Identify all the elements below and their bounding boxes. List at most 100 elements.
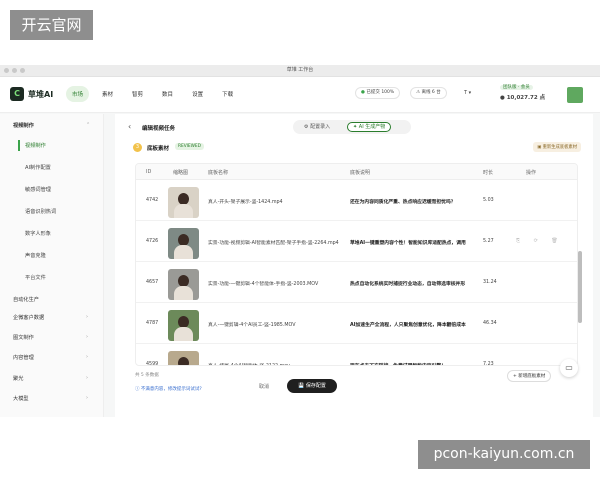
- retry-hint-link[interactable]: ⓘ 不满意内容，修改提示词试试?: [135, 386, 202, 392]
- row-duration: 46.34: [483, 321, 497, 326]
- column-header-duration: 时长: [483, 170, 494, 176]
- person-body-icon: [174, 286, 193, 300]
- sidebar-item-sensitive-words[interactable]: 敏感词管理: [25, 186, 51, 193]
- row-id: 4599: [146, 362, 159, 366]
- sidebar-item-ai-config[interactable]: AI制作配置: [25, 164, 51, 171]
- step-segmented-control: ⚙ 配置录入 ✦ AI 生成产物: [293, 120, 411, 134]
- row-id: 4657: [146, 280, 159, 285]
- section-header: 3 底板素材 REVIEWED ▣ 重新生成底板素材: [133, 142, 581, 156]
- nav-tab-market[interactable]: 市场: [66, 86, 90, 102]
- sidebar-item-digital-human[interactable]: 数字人形象: [25, 230, 51, 237]
- page-title: 编辑视频任务: [142, 126, 176, 132]
- chat-icon[interactable]: ▭: [560, 359, 578, 377]
- row-thumbnail[interactable]: [168, 228, 199, 259]
- app-window: 草堆 工作台 C 草堆AI 市场 素材 智剪 数目 设置 下载 ● 已提交 10…: [0, 65, 600, 417]
- chevron-up-icon[interactable]: ⌃: [86, 122, 90, 128]
- row-duration: 7.23: [483, 362, 494, 366]
- table-row[interactable]: 4599 真人-结尾-4个AI智能体-竖-2122.mov 现在点击下方链接，免费试…: [136, 345, 577, 366]
- check-icon: ●: [361, 90, 365, 95]
- row-name: 真人-一键剪辑-4个AI员工-竖-1985.MOV: [208, 323, 296, 328]
- row-duration: 5.03: [483, 198, 494, 203]
- row-thumbnail[interactable]: [168, 269, 199, 300]
- reviewed-badge: REVIEWED: [175, 143, 204, 150]
- row-actions[interactable]: ⎘ ⟳ 🗑: [516, 238, 564, 244]
- upload-status-percent: 100%: [381, 90, 395, 95]
- sidebar-section-content[interactable]: 内容管理: [13, 354, 34, 361]
- brand-logo-icon: C: [10, 87, 24, 101]
- row-id: 4787: [146, 321, 159, 326]
- upload-status-pill[interactable]: ● 已提交 100%: [355, 87, 401, 99]
- chevron-right-icon[interactable]: ›: [86, 395, 88, 401]
- save-config-button[interactable]: 💾 保存配置: [287, 379, 337, 393]
- nav-tab-download[interactable]: 下载: [216, 86, 239, 102]
- add-material-button[interactable]: + 新增底板素材: [507, 370, 552, 382]
- total-count: 共 5 条数据: [135, 373, 159, 378]
- column-header-actions: 操作: [526, 170, 537, 176]
- tab-config-input[interactable]: ⚙ 配置录入: [299, 122, 335, 132]
- back-arrow-icon[interactable]: ‹: [128, 122, 131, 131]
- chevron-right-icon[interactable]: ›: [86, 334, 88, 340]
- plan-badge: 团队版 · 会员: [500, 85, 533, 90]
- nav-tab-data[interactable]: 数目: [156, 86, 179, 102]
- warning-icon: ⚠: [416, 90, 421, 95]
- sidebar-item-video-production[interactable]: 视频制作: [25, 142, 46, 149]
- sidebar-section-graphic[interactable]: 图文制作: [13, 334, 34, 341]
- sidebar-section-llm[interactable]: 大模型: [13, 395, 29, 402]
- watermark-bottom-right: pcon-kaiyun.com.cn: [418, 440, 590, 469]
- column-header-id: ID: [146, 169, 152, 175]
- row-duration: 5.27: [483, 239, 494, 244]
- account-balance: ● 10,027.72 点: [500, 95, 546, 101]
- person-body-icon: [174, 245, 193, 259]
- nav-tab-smart-edit[interactable]: 智剪: [126, 86, 149, 102]
- sidebar-section-video[interactable]: 视频制作: [13, 122, 34, 129]
- sidebar-section-spotlight[interactable]: 聚光: [13, 375, 23, 382]
- offline-warning-label: 离线 6 台: [421, 90, 441, 95]
- offline-warning-pill[interactable]: ⚠ 离线 6 台: [410, 87, 447, 99]
- table-row[interactable]: 4787 真人-一键剪辑-4个AI员工-竖-1985.MOV AI加速生产全流程，人…: [136, 304, 577, 344]
- sidebar-item-platform-files[interactable]: 平台文件: [25, 274, 46, 281]
- scrollbar[interactable]: [578, 251, 582, 323]
- person-body-icon: [174, 204, 193, 218]
- row-desc: 现在点击下方链接，免费试用智能内容引擎！: [350, 362, 446, 365]
- row-id: 4726: [146, 239, 159, 244]
- row-thumbnail[interactable]: [168, 187, 199, 218]
- column-header-thumb: 缩略图: [173, 170, 189, 176]
- row-name: 实景-功能-视频剪辑-AI智能素材匹配-架子手指-竖-2264.mp4: [208, 241, 339, 246]
- table-header: ID 缩略图 底板名称 底板说明 时长 操作: [136, 164, 577, 180]
- chevron-right-icon[interactable]: ›: [86, 375, 88, 381]
- title-bar: 草堆 工作台: [0, 65, 600, 77]
- tab-ai-output[interactable]: ✦ AI 生成产物: [347, 122, 392, 132]
- row-thumbnail[interactable]: [168, 351, 199, 365]
- sidebar-section-wecom[interactable]: 企微客户数据: [13, 314, 44, 321]
- active-indicator: [18, 140, 20, 151]
- material-table: ID 缩略图 底板名称 底板说明 时长 操作 4742 真人-开头-架子展示-竖-…: [135, 163, 578, 366]
- row-desc: 草堆AI一键重塑内容个性！智能知识库适配热点，调用: [350, 241, 466, 246]
- main-panel: ‹ 编辑视频任务 ⚙ 配置录入 ✦ AI 生成产物 3 底板素材 REVIEWE…: [115, 114, 593, 417]
- row-id: 4742: [146, 198, 159, 203]
- language-switcher[interactable]: T ▾: [464, 90, 471, 96]
- account-info[interactable]: 团队版 · 会员 ● 10,027.72 点: [500, 84, 545, 101]
- sidebar: 视频制作 ⌃ 视频制作 AI制作配置 敏感词管理 语音识别热词 数字人形象 声音…: [0, 114, 104, 417]
- table-row[interactable]: 4726 实景-功能-视频剪辑-AI智能素材匹配-架子手指-竖-2264.mp4 草…: [136, 222, 577, 262]
- row-desc: 还在为内容同质化严重、热点响应迟缓而担忧吗？: [350, 200, 456, 205]
- row-name: 真人-开头-架子展示-竖-1424.mp4: [208, 200, 283, 205]
- nav-tab-assets[interactable]: 素材: [96, 86, 119, 102]
- avatar[interactable]: [567, 87, 583, 103]
- person-figure-icon: [178, 357, 189, 365]
- sidebar-item-voice-clone[interactable]: 声音克隆: [25, 252, 46, 259]
- row-thumbnail[interactable]: [168, 310, 199, 341]
- window-title: 草堆 工作台: [286, 67, 314, 73]
- person-body-icon: [174, 327, 193, 341]
- sidebar-item-asr-hotwords[interactable]: 语音识别热词: [25, 208, 56, 215]
- regenerate-button[interactable]: ▣ 重新生成底板素材: [533, 142, 581, 152]
- chevron-right-icon[interactable]: ›: [86, 314, 88, 320]
- section-title: 底板素材: [147, 146, 170, 152]
- nav-tab-settings[interactable]: 设置: [186, 86, 209, 102]
- chevron-right-icon[interactable]: ›: [86, 354, 88, 360]
- sidebar-section-automation[interactable]: 自动化生产: [13, 296, 39, 303]
- table-row[interactable]: 4742 真人-开头-架子展示-竖-1424.mp4 还在为内容同质化严重、热点响应…: [136, 181, 577, 221]
- row-name: 实景-功能-一键剪辑-4个智能体-手指-竖-2003.MOV: [208, 282, 319, 287]
- watermark-top-left: 开云官网: [10, 10, 93, 40]
- cancel-button[interactable]: 取消: [259, 383, 269, 390]
- table-row[interactable]: 4657 实景-功能-一键剪辑-4个智能体-手指-竖-2003.MOV 热点自动化系…: [136, 263, 577, 303]
